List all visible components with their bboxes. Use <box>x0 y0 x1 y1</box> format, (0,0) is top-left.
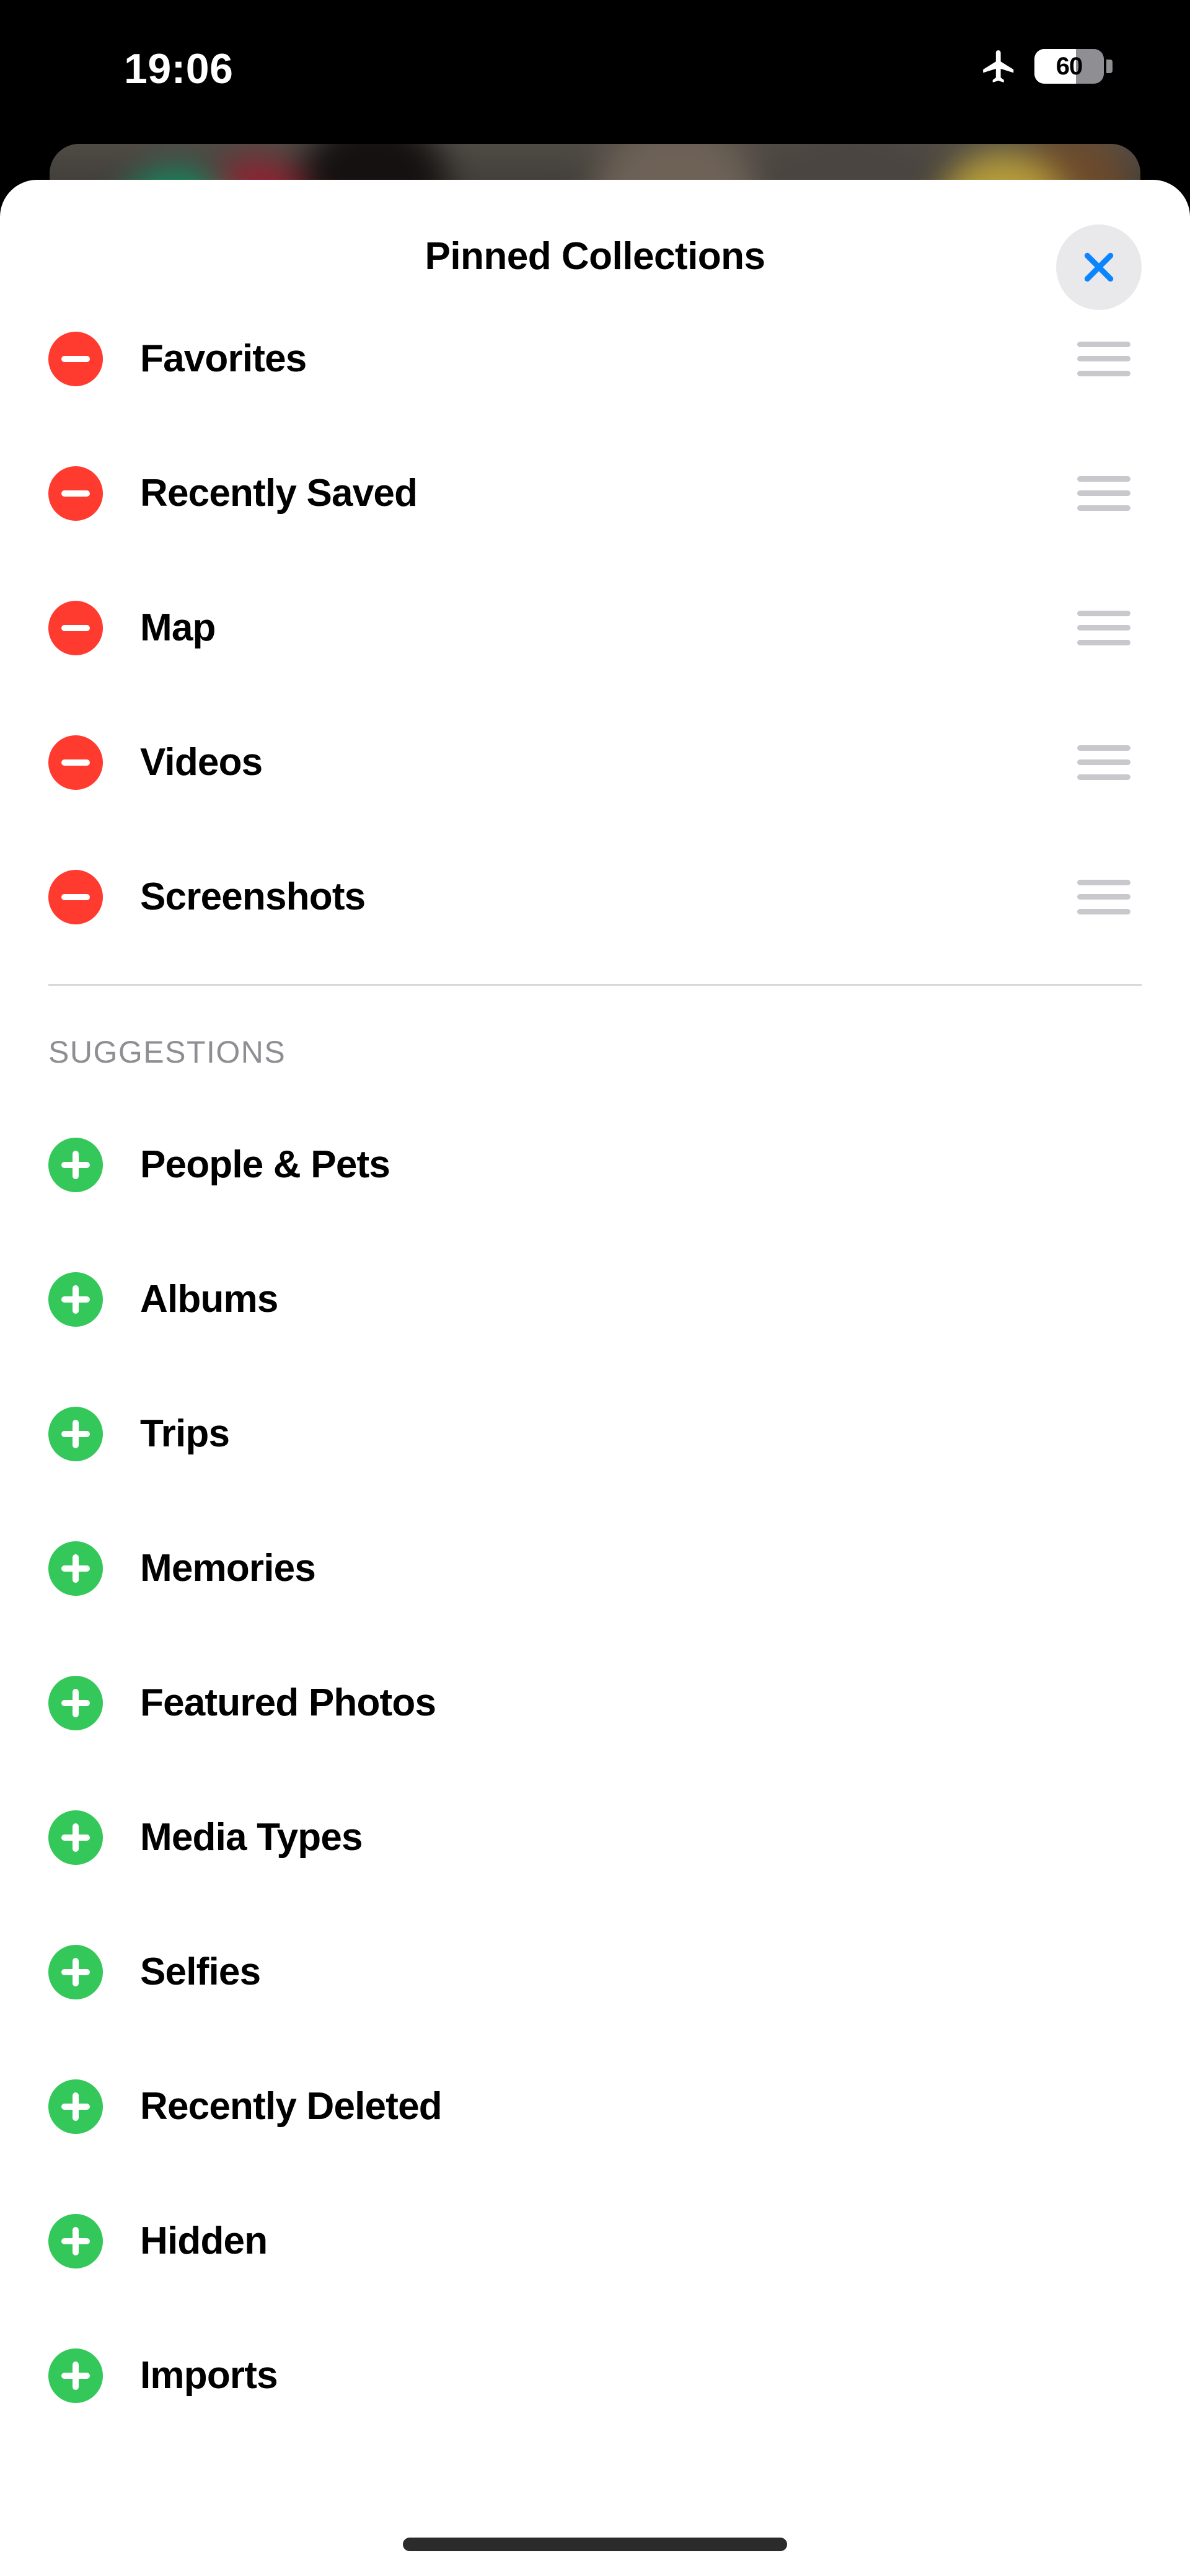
minus-icon <box>61 490 90 497</box>
close-x-icon <box>1079 247 1119 287</box>
remove-videos-button[interactable] <box>48 735 103 790</box>
list-item[interactable]: Hidden <box>0 2174 1190 2308</box>
list-item[interactable]: Recently Deleted <box>0 2039 1190 2174</box>
suggestions-section-header: SUGGESTIONS <box>0 986 1190 1097</box>
pinned-item-label: Favorites <box>140 337 306 381</box>
add-hidden-button[interactable] <box>48 2214 103 2268</box>
remove-screenshots-button[interactable] <box>48 870 103 924</box>
suggestions-list: People & Pets Albums Trips Memories <box>0 1097 1190 2443</box>
battery-indicator: 60 <box>1034 49 1113 84</box>
list-item[interactable]: Imports <box>0 2308 1190 2443</box>
battery-body: 60 <box>1034 49 1104 84</box>
battery-tip-icon <box>1106 60 1113 73</box>
add-imports-button[interactable] <box>48 2348 103 2403</box>
list-item[interactable]: Albums <box>0 1232 1190 1366</box>
list-item[interactable]: Trips <box>0 1366 1190 1501</box>
home-indicator[interactable] <box>403 2538 787 2551</box>
add-albums-button[interactable] <box>48 1272 103 1327</box>
add-trips-button[interactable] <box>48 1407 103 1461</box>
add-selfies-button[interactable] <box>48 1945 103 1999</box>
drag-handle-icon[interactable] <box>1077 342 1130 376</box>
pinned-item-label: Map <box>140 606 216 650</box>
drag-handle-icon[interactable] <box>1077 745 1130 780</box>
suggestion-item-label: Albums <box>140 1277 278 1321</box>
table-row[interactable]: Favorites <box>0 291 1190 426</box>
remove-favorites-button[interactable] <box>48 332 103 386</box>
list-item[interactable]: People & Pets <box>0 1097 1190 1232</box>
airplane-mode-icon <box>980 47 1018 86</box>
pinned-item-label: Recently Saved <box>140 471 417 515</box>
pinned-item-label: Videos <box>140 740 262 784</box>
status-bar-indicators: 60 <box>980 47 1113 86</box>
list-item[interactable]: Memories <box>0 1501 1190 1635</box>
list-item[interactable]: Media Types <box>0 1770 1190 1905</box>
pinned-collections-sheet: Pinned Collections Favorites Recently S <box>0 180 1190 2576</box>
suggestion-item-label: Featured Photos <box>140 1681 436 1725</box>
add-people-and-pets-button[interactable] <box>48 1138 103 1192</box>
drag-handle-icon[interactable] <box>1077 611 1130 645</box>
suggestion-item-label: Memories <box>140 1546 315 1590</box>
add-featured-photos-button[interactable] <box>48 1676 103 1730</box>
drag-handle-icon[interactable] <box>1077 880 1130 914</box>
suggestion-item-label: Recently Deleted <box>140 2084 442 2128</box>
suggestion-item-label: People & Pets <box>140 1143 390 1187</box>
sheet-header: Pinned Collections <box>0 180 1190 291</box>
status-bar: 19:06 60 <box>0 0 1190 143</box>
page-title: Pinned Collections <box>0 234 1190 278</box>
add-memories-button[interactable] <box>48 1541 103 1596</box>
table-row[interactable]: Recently Saved <box>0 426 1190 560</box>
battery-level-label: 60 <box>1034 49 1104 84</box>
minus-icon <box>61 759 90 766</box>
status-bar-clock: 19:06 <box>124 45 233 93</box>
suggestion-item-label: Trips <box>140 1412 229 1456</box>
suggestion-item-label: Media Types <box>140 1815 363 1859</box>
drag-handle-icon[interactable] <box>1077 476 1130 511</box>
add-recently-deleted-button[interactable] <box>48 2079 103 2134</box>
table-row[interactable]: Map <box>0 560 1190 695</box>
minus-icon <box>61 625 90 631</box>
table-row[interactable]: Screenshots <box>0 830 1190 964</box>
list-item[interactable]: Selfies <box>0 1905 1190 2039</box>
pinned-item-label: Screenshots <box>140 875 365 919</box>
minus-icon <box>61 356 90 362</box>
suggestion-item-label: Hidden <box>140 2219 267 2263</box>
remove-map-button[interactable] <box>48 601 103 655</box>
list-item[interactable]: Featured Photos <box>0 1635 1190 1770</box>
add-media-types-button[interactable] <box>48 1810 103 1865</box>
suggestion-item-label: Imports <box>140 2353 278 2397</box>
minus-icon <box>61 894 90 900</box>
pinned-collections-list: Favorites Recently Saved Map <box>0 291 1190 964</box>
remove-recently-saved-button[interactable] <box>48 466 103 521</box>
suggestion-item-label: Selfies <box>140 1950 260 1994</box>
table-row[interactable]: Videos <box>0 695 1190 830</box>
